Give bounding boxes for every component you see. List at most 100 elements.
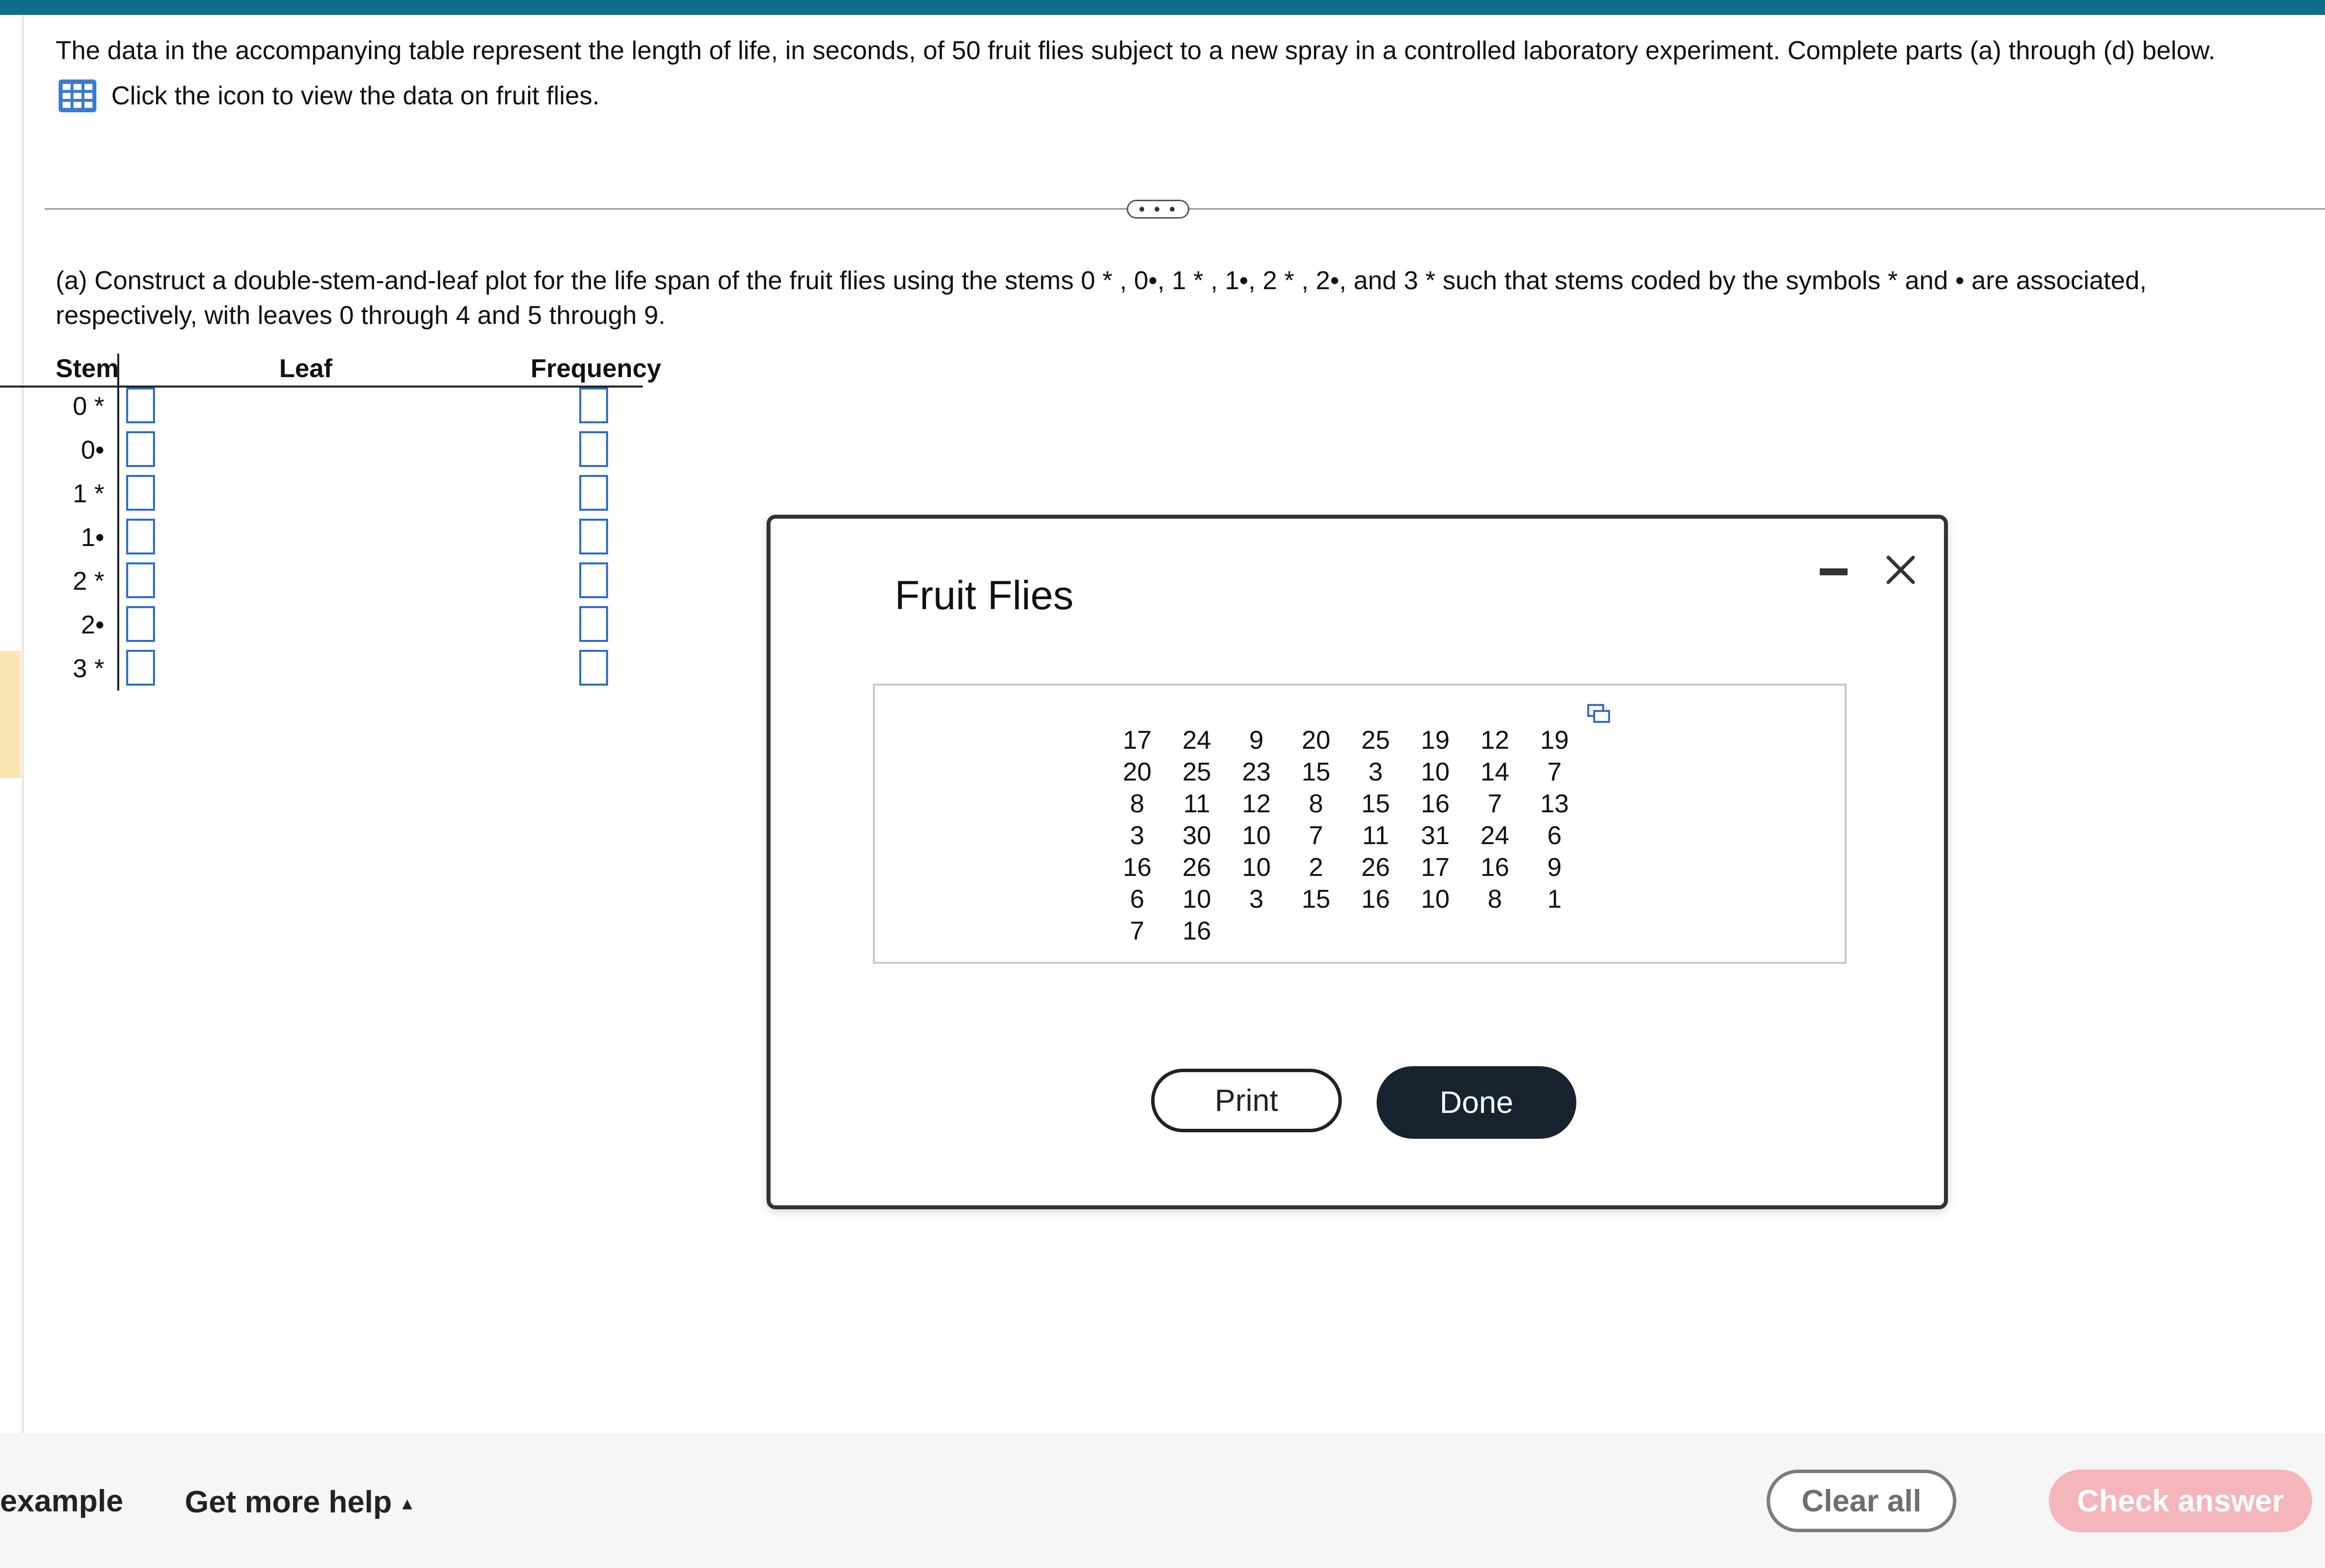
view-data-text[interactable]: Click the icon to view the data on fruit… xyxy=(111,81,600,111)
stem-column-header: Stem xyxy=(56,354,119,383)
caret-up-icon: ▲ xyxy=(398,1494,416,1514)
data-grid-row: 7 16 xyxy=(1107,915,1584,947)
data-value: 15 xyxy=(1302,758,1330,786)
left-border xyxy=(22,15,24,1433)
get-more-help-label[interactable]: Get more help xyxy=(185,1485,392,1519)
minimize-icon[interactable] xyxy=(1820,568,1848,575)
data-grid-row: 16 26 10 2 26 17 16 9 xyxy=(1107,852,1584,883)
stem-row: 0 * xyxy=(56,385,698,428)
leaf-input[interactable] xyxy=(126,606,155,642)
data-value: 9 xyxy=(1249,726,1264,755)
stem-label: 2 * xyxy=(73,567,104,596)
stem-row: 3 * xyxy=(56,647,698,691)
leaf-input[interactable] xyxy=(126,650,155,686)
stem-label: 3 * xyxy=(73,654,104,683)
leaf-input[interactable] xyxy=(126,562,155,598)
data-value: 25 xyxy=(1361,726,1390,755)
stem-leaf-header: Stem Leaf Frequency xyxy=(56,348,698,387)
data-value: 8 xyxy=(1309,789,1323,818)
stem-label: 1• xyxy=(80,523,104,552)
data-value: 6 xyxy=(1130,885,1145,914)
data-value: 7 xyxy=(1309,821,1323,850)
leaf-column-header: Leaf xyxy=(279,354,332,383)
frequency-input[interactable] xyxy=(579,431,608,467)
frequency-column-header: Frequency xyxy=(531,354,661,383)
stem-row: 2 * xyxy=(56,559,698,603)
question-highlight-marker xyxy=(0,651,21,778)
data-value: 10 xyxy=(1421,885,1450,914)
data-value: 15 xyxy=(1361,789,1390,818)
data-value: 19 xyxy=(1421,726,1450,755)
data-value: 26 xyxy=(1361,853,1390,882)
stem-label: 1 * xyxy=(73,479,104,508)
data-value: 24 xyxy=(1182,726,1211,755)
data-value: 24 xyxy=(1480,821,1509,850)
stem-label: 0 * xyxy=(73,392,104,421)
data-value: 8 xyxy=(1130,789,1145,818)
check-answer-button[interactable]: Check answer xyxy=(2049,1470,2312,1532)
data-grid-row: 8 11 12 8 15 16 7 13 xyxy=(1107,788,1584,820)
data-value: 6 xyxy=(1547,821,1562,850)
data-grid-row: 20 25 23 15 3 10 14 7 xyxy=(1107,756,1584,788)
data-value: 26 xyxy=(1182,853,1211,882)
data-value: 1 xyxy=(1547,885,1562,914)
data-value: 16 xyxy=(1361,885,1390,914)
data-value: 19 xyxy=(1540,726,1569,755)
data-value: 12 xyxy=(1242,789,1271,818)
print-button[interactable]: Print xyxy=(1151,1069,1342,1132)
done-button[interactable]: Done xyxy=(1377,1066,1576,1139)
data-value: 9 xyxy=(1547,853,1562,882)
clear-all-button[interactable]: Clear all xyxy=(1767,1470,1956,1532)
data-value: 31 xyxy=(1421,821,1450,850)
leaf-input[interactable] xyxy=(126,388,155,423)
data-value: 30 xyxy=(1182,821,1211,850)
data-table-box: 17 24 9 20 25 19 12 19 20 25 23 15 3 10 14 7 8 11 12 8 15 16 7… xyxy=(873,684,1847,964)
data-value: 3 xyxy=(1130,821,1145,850)
expand-more-button[interactable]: • • • xyxy=(1127,200,1189,219)
data-value: 11 xyxy=(1183,789,1210,818)
leaf-input[interactable] xyxy=(126,519,155,554)
stem-label: 0• xyxy=(80,436,104,465)
stem-row: 1• xyxy=(56,516,698,559)
open-in-new-window-icon[interactable] xyxy=(1587,704,1611,725)
data-value: 7 xyxy=(1487,789,1502,818)
frequency-input[interactable] xyxy=(579,519,608,554)
stem-row: 2• xyxy=(56,603,698,647)
data-value: 16 xyxy=(1182,917,1211,945)
data-value: 7 xyxy=(1130,917,1145,945)
data-value: 3 xyxy=(1249,885,1264,914)
stem-row: 1 * xyxy=(56,472,698,516)
stem-label: 2• xyxy=(80,611,104,639)
frequency-input[interactable] xyxy=(579,606,608,642)
frequency-input[interactable] xyxy=(579,650,608,686)
fruit-flies-dialog: Fruit Flies 17 24 9 20 25 19 12 19 20 25 23 15 3 10 14… xyxy=(767,515,1948,1209)
data-value: 14 xyxy=(1480,758,1509,786)
data-grid-row: 3 30 10 7 11 31 24 6 xyxy=(1107,820,1584,852)
data-value: 23 xyxy=(1242,758,1271,786)
data-value: 12 xyxy=(1480,726,1509,755)
data-value: 8 xyxy=(1487,885,1502,914)
data-value: 10 xyxy=(1242,821,1271,850)
get-more-help-button[interactable]: Get more help ▲ xyxy=(185,1485,416,1520)
top-accent-bar xyxy=(0,0,2325,15)
data-value: 16 xyxy=(1123,853,1152,882)
data-grid-row: 6 10 3 15 16 10 8 1 xyxy=(1107,883,1584,915)
close-icon[interactable] xyxy=(1881,550,1920,589)
view-data-link[interactable]: Click the icon to view the data on fruit… xyxy=(59,79,600,112)
frequency-input[interactable] xyxy=(579,475,608,511)
data-value: 17 xyxy=(1123,726,1152,755)
data-value: 16 xyxy=(1480,853,1509,882)
frequency-input[interactable] xyxy=(579,388,608,423)
data-value: 3 xyxy=(1368,758,1383,786)
fruit-fly-data-grid: 17 24 9 20 25 19 12 19 20 25 23 15 3 10 14 7 8 11 12 8 15 16 7… xyxy=(1107,724,1584,947)
data-value: 20 xyxy=(1302,726,1330,755)
leaf-input[interactable] xyxy=(126,475,155,511)
view-example-link[interactable]: example xyxy=(0,1484,123,1519)
data-value: 2 xyxy=(1309,853,1323,882)
data-value: 13 xyxy=(1540,789,1569,818)
data-value: 10 xyxy=(1421,758,1450,786)
leaf-input[interactable] xyxy=(126,431,155,467)
frequency-input[interactable] xyxy=(579,562,608,598)
data-value: 20 xyxy=(1123,758,1152,786)
table-icon[interactable] xyxy=(59,79,96,112)
